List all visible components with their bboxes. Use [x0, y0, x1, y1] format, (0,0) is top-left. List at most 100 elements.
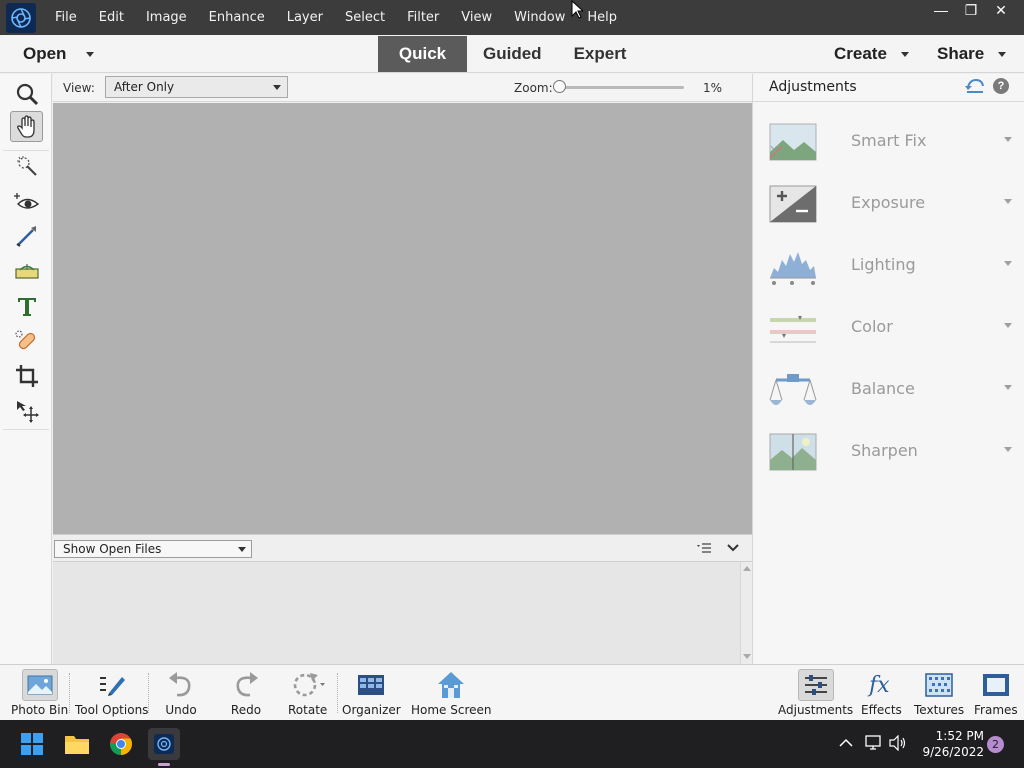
- crop-tool-icon[interactable]: [10, 360, 43, 391]
- menu-view[interactable]: View: [450, 0, 503, 35]
- share-button[interactable]: Share: [937, 44, 984, 64]
- bottom-panel-bar: Photo Bin Tool Options Undo Redo Rotate …: [0, 664, 1024, 720]
- adjustment-label: Color: [851, 317, 893, 336]
- frames-icon: [978, 669, 1014, 701]
- close-button[interactable]: ✕: [986, 0, 1016, 20]
- organizer-button[interactable]: Organizer: [342, 669, 401, 717]
- adjustments-panel: Adjustments ? Smart Fix Exposure Lightin…: [752, 74, 1024, 664]
- chevron-down-icon: [1004, 261, 1012, 266]
- effects-button[interactable]: fx Effects: [861, 669, 902, 717]
- redo-button[interactable]: Redo: [228, 669, 264, 717]
- spot-healing-brush-tool-icon[interactable]: [10, 325, 43, 356]
- create-dropdown-icon[interactable]: [901, 52, 909, 57]
- file-explorer-icon[interactable]: [61, 728, 93, 760]
- adjustment-color[interactable]: Color: [753, 302, 1024, 364]
- share-dropdown-icon[interactable]: [998, 52, 1006, 57]
- home-screen-button[interactable]: Home Screen: [411, 669, 492, 717]
- volume-icon[interactable]: [889, 735, 907, 751]
- type-tool-icon[interactable]: [10, 290, 43, 321]
- organizer-icon: [353, 669, 389, 701]
- adjustment-exposure[interactable]: Exposure: [753, 178, 1024, 240]
- redo-icon: [228, 669, 264, 701]
- adjustment-lighting[interactable]: Lighting: [753, 240, 1024, 302]
- adjustment-label: Sharpen: [851, 441, 918, 460]
- menu-select[interactable]: Select: [334, 0, 396, 35]
- adjustment-sharpen[interactable]: Sharpen: [753, 426, 1024, 488]
- reset-panel-icon[interactable]: [965, 78, 985, 94]
- photo-bin-area[interactable]: [53, 562, 740, 664]
- undo-button[interactable]: Undo: [163, 669, 199, 717]
- menu-edit[interactable]: Edit: [88, 0, 135, 35]
- image-canvas[interactable]: [53, 103, 752, 534]
- create-button[interactable]: Create: [834, 44, 887, 64]
- restore-button[interactable]: ❐: [956, 0, 986, 20]
- open-button[interactable]: Open: [23, 44, 66, 64]
- mouse-cursor-icon: [571, 0, 583, 19]
- chevron-down-icon: [1004, 447, 1012, 452]
- view-select-value: After Only: [114, 80, 175, 94]
- textures-button[interactable]: Textures: [914, 669, 964, 717]
- zoom-label: Zoom:: [514, 81, 553, 95]
- tab-expert[interactable]: Expert: [558, 36, 643, 72]
- adjustments-button[interactable]: Adjustments: [778, 669, 853, 717]
- red-eye-removal-tool-icon[interactable]: [10, 186, 43, 217]
- balance-icon: [769, 374, 817, 405]
- menu-enhance[interactable]: Enhance: [198, 0, 276, 35]
- zoom-tool-icon[interactable]: [10, 78, 43, 109]
- tool-options-button[interactable]: Tool Options: [75, 669, 148, 717]
- chevron-down-icon: [273, 85, 281, 90]
- view-label: View:: [63, 81, 95, 95]
- menu-filter[interactable]: Filter: [396, 0, 450, 35]
- hand-tool-icon[interactable]: [10, 111, 43, 142]
- rotate-button[interactable]: Rotate: [288, 669, 327, 717]
- menu-file[interactable]: File: [44, 0, 88, 35]
- quick-selection-tool-icon[interactable]: [10, 150, 43, 181]
- network-icon[interactable]: [865, 735, 883, 751]
- notification-badge[interactable]: 2: [987, 736, 1004, 753]
- minimize-button[interactable]: —: [926, 0, 956, 20]
- adjustment-smart-fix[interactable]: Smart Fix: [753, 116, 1024, 178]
- show-hidden-icons-chevron-icon[interactable]: [839, 738, 853, 748]
- tab-guided[interactable]: Guided: [467, 36, 558, 72]
- view-options-bar: View: After Only Zoom: 1%: [53, 74, 752, 102]
- bin-options-menu-icon[interactable]: [696, 541, 712, 555]
- photoshop-elements-window: File Edit Image Enhance Layer Select Fil…: [0, 0, 1024, 768]
- adjustment-label: Exposure: [851, 193, 926, 212]
- view-select[interactable]: After Only: [105, 76, 288, 98]
- adjustment-balance[interactable]: Balance: [753, 364, 1024, 426]
- zoom-slider-thumb[interactable]: [553, 80, 566, 93]
- adjustment-label: Smart Fix: [851, 131, 927, 150]
- tool-options-icon: [94, 669, 130, 701]
- photo-bin-toolbar: Show Open Files: [53, 534, 752, 562]
- lighting-icon: [770, 252, 816, 285]
- move-tool-icon[interactable]: [10, 395, 43, 426]
- help-icon[interactable]: ?: [993, 78, 1009, 94]
- windows-start-icon[interactable]: [16, 728, 48, 760]
- straighten-tool-icon[interactable]: [10, 255, 43, 286]
- photo-bin-select[interactable]: Show Open Files: [54, 540, 252, 558]
- menu-help[interactable]: Help: [576, 0, 628, 35]
- photo-bin-button[interactable]: Photo Bin: [11, 669, 68, 717]
- menu-layer[interactable]: Layer: [276, 0, 334, 35]
- photoshop-elements-taskbar-icon[interactable]: [148, 728, 180, 760]
- taskbar-clock[interactable]: 1:52 PM 9/26/2022: [912, 728, 984, 760]
- tab-quick[interactable]: Quick: [378, 36, 467, 72]
- chrome-icon[interactable]: [105, 728, 137, 760]
- window-controls: — ❐ ✕: [926, 0, 1016, 22]
- zoom-value: 1%: [703, 81, 723, 95]
- color-icon: [770, 316, 816, 343]
- menu-window[interactable]: Window: [503, 0, 576, 35]
- open-dropdown-icon[interactable]: [86, 52, 94, 57]
- zoom-slider-track[interactable]: [561, 86, 684, 89]
- photo-bin-scrollbar[interactable]: [740, 562, 752, 664]
- app-logo-icon: [6, 2, 36, 33]
- whiten-teeth-tool-icon[interactable]: [10, 220, 43, 251]
- frames-button[interactable]: Frames: [974, 669, 1018, 717]
- collapse-chevron-icon[interactable]: [726, 541, 740, 555]
- menu-image[interactable]: Image: [135, 0, 198, 35]
- rotate-icon: [290, 669, 326, 701]
- chevron-down-icon: [1004, 199, 1012, 204]
- textures-icon: [921, 669, 957, 701]
- chevron-down-icon: [1004, 323, 1012, 328]
- home-icon: [433, 669, 469, 701]
